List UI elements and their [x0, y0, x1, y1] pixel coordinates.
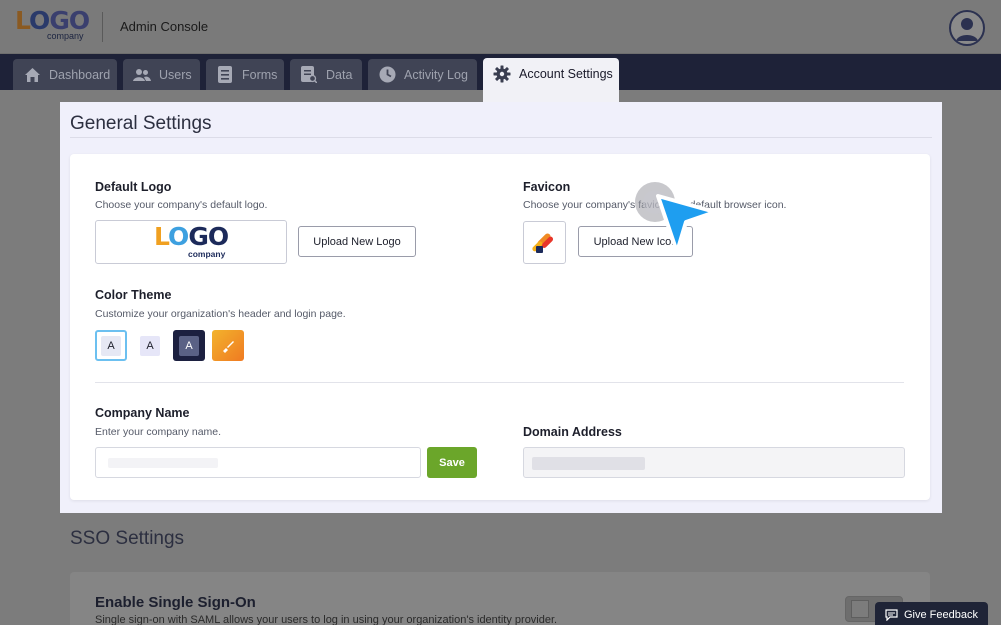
theme-swatch-dark[interactable]: A	[173, 330, 205, 361]
favicon-image-icon	[532, 233, 554, 253]
tab-users-label: Users	[159, 67, 192, 82]
theme-swatch-3-label: A	[179, 335, 199, 356]
general-settings-panel: General Settings Default Logo Choose you…	[60, 102, 942, 513]
sso-toggle-knob	[851, 600, 869, 618]
tab-account-settings-label: Account Settings	[519, 67, 613, 81]
home-icon	[23, 66, 41, 84]
top-header: LOGO company Admin Console	[0, 0, 1001, 54]
title-divider	[70, 137, 932, 138]
tab-users[interactable]: Users	[123, 59, 200, 90]
user-avatar-icon[interactable]	[949, 10, 985, 46]
header-logo-sub: company	[47, 31, 84, 41]
header-logo-text: LOGO	[15, 6, 90, 35]
general-settings-card: Default Logo Choose your company's defau…	[70, 154, 930, 500]
forms-icon	[216, 66, 234, 84]
main-nav: Dashboard Users Forms Data Activity Log	[0, 54, 1001, 106]
console-title: Admin Console	[120, 19, 209, 34]
tab-activity-log[interactable]: Activity Log	[368, 59, 477, 90]
users-icon	[133, 66, 151, 84]
tab-account-settings[interactable]: Account Settings	[483, 58, 619, 106]
company-name-heading: Company Name	[95, 406, 190, 420]
paint-brush-icon	[223, 340, 234, 353]
theme-swatch-1-label: A	[101, 335, 121, 356]
domain-address-input[interactable]	[523, 447, 905, 478]
default-logo-preview-sub: company	[188, 249, 226, 259]
tab-dashboard-label: Dashboard	[49, 67, 111, 82]
section-divider	[95, 382, 904, 383]
feedback-icon	[885, 608, 898, 621]
give-feedback-label: Give Feedback	[904, 608, 978, 621]
gear-icon	[493, 65, 511, 83]
clock-icon	[378, 66, 396, 84]
color-theme-desc: Customize your organization's header and…	[95, 308, 346, 320]
tab-forms[interactable]: Forms	[206, 59, 284, 90]
company-name-desc: Enter your company name.	[95, 426, 222, 438]
sso-settings-title: SSO Settings	[70, 528, 185, 549]
sso-card-desc: Single sign-on with SAML allows your use…	[95, 614, 558, 625]
header-logo[interactable]: LOGO company	[15, 8, 90, 41]
give-feedback-button[interactable]: Give Feedback	[875, 602, 988, 625]
company-name-value	[108, 458, 218, 468]
header-divider	[102, 12, 103, 42]
theme-swatch-2-label: A	[140, 335, 160, 356]
default-logo-preview-text: LOGO	[154, 222, 229, 251]
default-logo-heading: Default Logo	[95, 180, 172, 194]
favicon-preview	[523, 221, 566, 264]
tab-dashboard[interactable]: Dashboard	[13, 59, 117, 90]
tab-activity-log-label: Activity Log	[404, 67, 468, 82]
data-icon	[300, 66, 318, 84]
favicon-heading: Favicon	[523, 180, 571, 194]
domain-address-heading: Domain Address	[523, 425, 622, 439]
default-logo-preview: LOGO company	[95, 220, 287, 264]
domain-address-value	[532, 457, 645, 470]
general-settings-title: General Settings	[70, 113, 212, 134]
tab-data-label: Data	[326, 67, 353, 82]
theme-swatch-custom[interactable]	[212, 330, 244, 361]
theme-swatch-lavender[interactable]: A	[134, 330, 166, 361]
upload-logo-button[interactable]: Upload New Logo	[298, 226, 416, 257]
mouse-cursor-icon	[628, 178, 723, 273]
color-theme-heading: Color Theme	[95, 288, 172, 302]
sso-card-heading: Enable Single Sign-On	[95, 594, 256, 611]
default-logo-desc: Choose your company's default logo.	[95, 199, 268, 211]
company-name-input[interactable]	[95, 447, 421, 478]
tab-forms-label: Forms	[242, 67, 278, 82]
theme-swatch-light-selected[interactable]: A	[95, 330, 127, 361]
tab-data[interactable]: Data	[290, 59, 362, 90]
sso-card: Enable Single Sign-On Single sign-on wit…	[70, 572, 930, 625]
save-button[interactable]: Save	[427, 447, 477, 478]
